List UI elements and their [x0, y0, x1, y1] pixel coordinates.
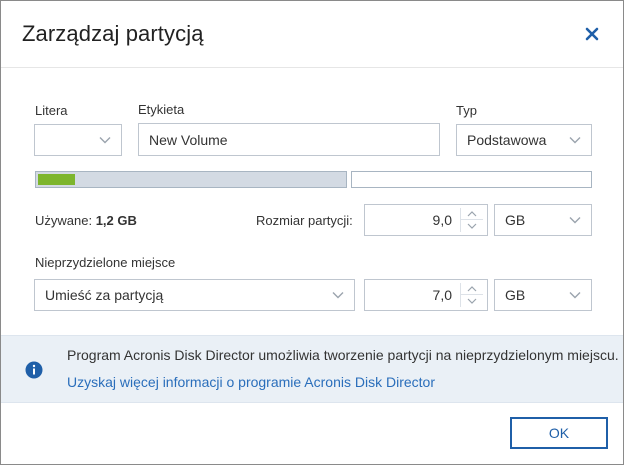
type-value: Podstawowa	[467, 132, 547, 148]
unallocated-size-unit-dropdown[interactable]: GB	[494, 279, 592, 311]
decrement-button[interactable]	[461, 295, 483, 307]
used-space-label: Używane:	[35, 213, 93, 228]
chevron-down-icon	[332, 292, 344, 299]
dialog-title: Zarządzaj partycją	[22, 21, 204, 46]
unallocated-size-unit: GB	[505, 287, 526, 303]
letter-label: Litera	[35, 103, 68, 118]
dialog-header: Zarządzaj partycją	[1, 1, 623, 68]
manage-partition-dialog: Zarządzaj partycją Litera Etykieta New V…	[0, 0, 624, 465]
unallocated-space-bar[interactable]	[351, 171, 592, 188]
chevron-down-icon	[467, 298, 477, 304]
unallocated-placement-value: Umieść za partycją	[45, 287, 164, 303]
unallocated-placement-dropdown[interactable]: Umieść za partycją	[34, 279, 355, 311]
partition-size-unit-dropdown[interactable]: GB	[494, 204, 592, 236]
chevron-down-icon	[467, 223, 477, 229]
chevron-up-icon	[467, 210, 477, 216]
info-message: Program Acronis Disk Director umożliwia …	[67, 347, 619, 363]
partition-size-unit: GB	[505, 212, 526, 228]
close-icon	[585, 27, 599, 41]
chevron-down-icon	[569, 292, 581, 299]
partition-size-bar[interactable]	[35, 171, 347, 188]
type-label: Typ	[456, 103, 477, 118]
unallocated-size-value: 7,0	[432, 287, 452, 303]
ok-button[interactable]: OK	[510, 417, 608, 449]
info-panel: Program Acronis Disk Director umożliwia …	[1, 335, 623, 403]
chevron-down-icon	[569, 217, 581, 224]
increment-button[interactable]	[461, 208, 483, 220]
close-button[interactable]	[581, 23, 603, 45]
info-icon	[25, 361, 43, 379]
learn-more-link[interactable]: Uzyskaj więcej informacji o programie Ac…	[67, 374, 435, 390]
used-space-value: 1,2 GB	[95, 213, 137, 228]
partition-size-spinner	[460, 208, 483, 232]
increment-button[interactable]	[461, 283, 483, 295]
unallocated-size-stepper[interactable]: 7,0	[364, 279, 488, 311]
volume-label-value: New Volume	[149, 131, 228, 148]
volume-label-label: Etykieta	[138, 102, 185, 117]
type-dropdown[interactable]: Podstawowa	[456, 124, 592, 156]
unallocated-label: Nieprzydzielone miejsce	[35, 255, 176, 270]
partition-size-stepper[interactable]: 9,0	[364, 204, 488, 236]
partition-size-label: Rozmiar partycji:	[256, 213, 353, 228]
partition-size-value: 9,0	[432, 212, 452, 228]
letter-dropdown[interactable]	[34, 124, 122, 156]
chevron-up-icon	[467, 285, 477, 291]
used-space-text: Używane: 1,2 GB	[35, 213, 137, 228]
decrement-button[interactable]	[461, 220, 483, 232]
unallocated-size-spinner	[460, 283, 483, 307]
used-space-fill	[38, 174, 75, 185]
volume-label-input[interactable]: New Volume	[138, 123, 440, 156]
chevron-down-icon	[99, 137, 111, 144]
chevron-down-icon	[569, 137, 581, 144]
